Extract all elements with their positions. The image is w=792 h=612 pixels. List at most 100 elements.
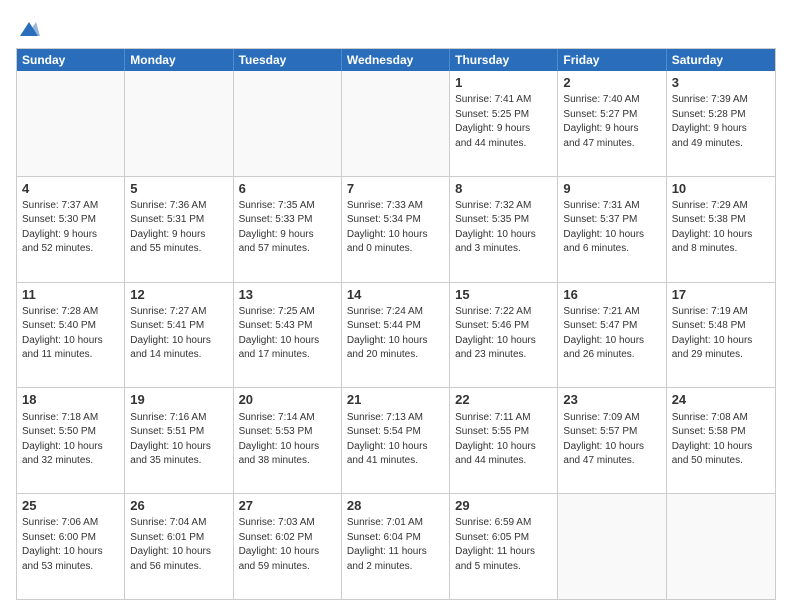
day-number: 3 bbox=[672, 74, 770, 92]
day-info: Sunrise: 7:21 AM Sunset: 5:47 PM Dayligh… bbox=[563, 305, 660, 363]
calendar-cell: 2Sunrise: 7:40 AM Sunset: 5:27 PM Daylig… bbox=[558, 71, 666, 176]
calendar-cell: 5Sunrise: 7:36 AM Sunset: 5:31 PM Daylig… bbox=[125, 177, 233, 282]
day-info: Sunrise: 7:16 AM Sunset: 5:51 PM Dayligh… bbox=[130, 411, 227, 469]
day-number: 8 bbox=[455, 180, 552, 198]
calendar-row: 1Sunrise: 7:41 AM Sunset: 5:25 PM Daylig… bbox=[17, 71, 775, 176]
calendar-cell: 10Sunrise: 7:29 AM Sunset: 5:38 PM Dayli… bbox=[667, 177, 775, 282]
day-info: Sunrise: 6:59 AM Sunset: 6:05 PM Dayligh… bbox=[455, 516, 552, 574]
calendar-cell bbox=[667, 494, 775, 599]
day-number: 16 bbox=[563, 286, 660, 304]
calendar-row: 25Sunrise: 7:06 AM Sunset: 6:00 PM Dayli… bbox=[17, 493, 775, 599]
calendar-cell: 23 Sunrise: 7:09 AM Sunset: 5:57 PM Dayli… bbox=[558, 388, 666, 493]
day-info: Sunrise: 7:18 AM Sunset: 5:50 PM Dayligh… bbox=[22, 411, 119, 469]
day-info: Sunrise: 7:32 AM Sunset: 5:35 PM Dayligh… bbox=[455, 199, 552, 257]
calendar-cell bbox=[342, 71, 450, 176]
logo-icon bbox=[18, 18, 40, 40]
day-info: Sunrise: 7:33 AM Sunset: 5:34 PM Dayligh… bbox=[347, 199, 444, 257]
calendar-cell: 21 Sunrise: 7:13 AM Sunset: 5:54 PM Dayli… bbox=[342, 388, 450, 493]
calendar-cell: 28Sunrise: 7:01 AM Sunset: 6:04 PM Dayli… bbox=[342, 494, 450, 599]
day-number: 11 bbox=[22, 286, 119, 304]
day-info: Sunrise: 7:28 AM Sunset: 5:40 PM Dayligh… bbox=[22, 305, 119, 363]
calendar-cell: 22 Sunrise: 7:11 AM Sunset: 5:55 PM Dayli… bbox=[450, 388, 558, 493]
weekday-header: Monday bbox=[125, 49, 233, 71]
calendar-cell: 24Sunrise: 7:08 AM Sunset: 5:58 PM Dayli… bbox=[667, 388, 775, 493]
day-number: 27 bbox=[239, 497, 336, 515]
day-info: Sunrise: 7:06 AM Sunset: 6:00 PM Dayligh… bbox=[22, 516, 119, 574]
calendar-cell: 17Sunrise: 7:19 AM Sunset: 5:48 PM Dayli… bbox=[667, 283, 775, 388]
day-number: 18 bbox=[22, 391, 119, 409]
day-info: Sunrise: 7:01 AM Sunset: 6:04 PM Dayligh… bbox=[347, 516, 444, 574]
calendar-header: SundayMondayTuesdayWednesdayThursdayFrid… bbox=[17, 49, 775, 71]
calendar-cell: 8Sunrise: 7:32 AM Sunset: 5:35 PM Daylig… bbox=[450, 177, 558, 282]
day-info: Sunrise: 7:13 AM Sunset: 5:54 PM Dayligh… bbox=[347, 411, 444, 469]
calendar-cell: 1Sunrise: 7:41 AM Sunset: 5:25 PM Daylig… bbox=[450, 71, 558, 176]
calendar-body: 1Sunrise: 7:41 AM Sunset: 5:25 PM Daylig… bbox=[17, 71, 775, 599]
day-number: 4 bbox=[22, 180, 119, 198]
weekday-header: Tuesday bbox=[234, 49, 342, 71]
calendar-cell: 29Sunrise: 6:59 AM Sunset: 6:05 PM Dayli… bbox=[450, 494, 558, 599]
day-number: 1 bbox=[455, 74, 552, 92]
calendar-cell: 9Sunrise: 7:31 AM Sunset: 5:37 PM Daylig… bbox=[558, 177, 666, 282]
calendar-cell: 3Sunrise: 7:39 AM Sunset: 5:28 PM Daylig… bbox=[667, 71, 775, 176]
calendar-cell: 11Sunrise: 7:28 AM Sunset: 5:40 PM Dayli… bbox=[17, 283, 125, 388]
day-number: 25 bbox=[22, 497, 119, 515]
day-number: 23 bbox=[563, 391, 660, 409]
day-number: 17 bbox=[672, 286, 770, 304]
day-info: Sunrise: 7:35 AM Sunset: 5:33 PM Dayligh… bbox=[239, 199, 336, 257]
day-info: Sunrise: 7:14 AM Sunset: 5:53 PM Dayligh… bbox=[239, 411, 336, 469]
calendar-cell: 13Sunrise: 7:25 AM Sunset: 5:43 PM Dayli… bbox=[234, 283, 342, 388]
day-number: 14 bbox=[347, 286, 444, 304]
calendar-cell bbox=[125, 71, 233, 176]
calendar-row: 4Sunrise: 7:37 AM Sunset: 5:30 PM Daylig… bbox=[17, 176, 775, 282]
calendar-cell bbox=[558, 494, 666, 599]
day-info: Sunrise: 7:19 AM Sunset: 5:48 PM Dayligh… bbox=[672, 305, 770, 363]
calendar-cell: 18 Sunrise: 7:18 AM Sunset: 5:50 PM Dayli… bbox=[17, 388, 125, 493]
day-number: 21 bbox=[347, 391, 444, 409]
day-number: 20 bbox=[239, 391, 336, 409]
header bbox=[16, 12, 776, 40]
day-info: Sunrise: 7:37 AM Sunset: 5:30 PM Dayligh… bbox=[22, 199, 119, 257]
calendar-cell: 26Sunrise: 7:04 AM Sunset: 6:01 PM Dayli… bbox=[125, 494, 233, 599]
day-number: 24 bbox=[672, 391, 770, 409]
calendar-cell: 14Sunrise: 7:24 AM Sunset: 5:44 PM Dayli… bbox=[342, 283, 450, 388]
day-info: Sunrise: 7:39 AM Sunset: 5:28 PM Dayligh… bbox=[672, 93, 770, 151]
day-info: Sunrise: 7:29 AM Sunset: 5:38 PM Dayligh… bbox=[672, 199, 770, 257]
day-number: 6 bbox=[239, 180, 336, 198]
weekday-header: Friday bbox=[558, 49, 666, 71]
calendar-cell: 27Sunrise: 7:03 AM Sunset: 6:02 PM Dayli… bbox=[234, 494, 342, 599]
day-number: 7 bbox=[347, 180, 444, 198]
calendar-cell bbox=[17, 71, 125, 176]
calendar-cell: 4Sunrise: 7:37 AM Sunset: 5:30 PM Daylig… bbox=[17, 177, 125, 282]
day-info: Sunrise: 7:24 AM Sunset: 5:44 PM Dayligh… bbox=[347, 305, 444, 363]
day-info: Sunrise: 7:04 AM Sunset: 6:01 PM Dayligh… bbox=[130, 516, 227, 574]
calendar-cell: 20 Sunrise: 7:14 AM Sunset: 5:53 PM Dayli… bbox=[234, 388, 342, 493]
calendar-cell: 7Sunrise: 7:33 AM Sunset: 5:34 PM Daylig… bbox=[342, 177, 450, 282]
calendar-row: 18 Sunrise: 7:18 AM Sunset: 5:50 PM Dayli… bbox=[17, 387, 775, 493]
day-number: 29 bbox=[455, 497, 552, 515]
calendar: SundayMondayTuesdayWednesdayThursdayFrid… bbox=[16, 48, 776, 600]
day-info: Sunrise: 7:11 AM Sunset: 5:55 PM Dayligh… bbox=[455, 411, 552, 469]
weekday-header: Thursday bbox=[450, 49, 558, 71]
day-number: 5 bbox=[130, 180, 227, 198]
logo bbox=[16, 16, 40, 40]
day-info: Sunrise: 7:36 AM Sunset: 5:31 PM Dayligh… bbox=[130, 199, 227, 257]
calendar-cell: 6Sunrise: 7:35 AM Sunset: 5:33 PM Daylig… bbox=[234, 177, 342, 282]
day-info: Sunrise: 7:22 AM Sunset: 5:46 PM Dayligh… bbox=[455, 305, 552, 363]
day-number: 28 bbox=[347, 497, 444, 515]
day-info: Sunrise: 7:03 AM Sunset: 6:02 PM Dayligh… bbox=[239, 516, 336, 574]
day-number: 15 bbox=[455, 286, 552, 304]
day-number: 10 bbox=[672, 180, 770, 198]
day-info: Sunrise: 7:41 AM Sunset: 5:25 PM Dayligh… bbox=[455, 93, 552, 151]
day-info: Sunrise: 7:31 AM Sunset: 5:37 PM Dayligh… bbox=[563, 199, 660, 257]
day-info: Sunrise: 7:09 AM Sunset: 5:57 PM Dayligh… bbox=[563, 411, 660, 469]
day-number: 22 bbox=[455, 391, 552, 409]
day-number: 12 bbox=[130, 286, 227, 304]
day-number: 2 bbox=[563, 74, 660, 92]
day-number: 19 bbox=[130, 391, 227, 409]
page: SundayMondayTuesdayWednesdayThursdayFrid… bbox=[0, 0, 792, 612]
day-number: 13 bbox=[239, 286, 336, 304]
day-info: Sunrise: 7:40 AM Sunset: 5:27 PM Dayligh… bbox=[563, 93, 660, 151]
day-info: Sunrise: 7:25 AM Sunset: 5:43 PM Dayligh… bbox=[239, 305, 336, 363]
calendar-cell: 19 Sunrise: 7:16 AM Sunset: 5:51 PM Dayli… bbox=[125, 388, 233, 493]
calendar-cell: 15Sunrise: 7:22 AM Sunset: 5:46 PM Dayli… bbox=[450, 283, 558, 388]
